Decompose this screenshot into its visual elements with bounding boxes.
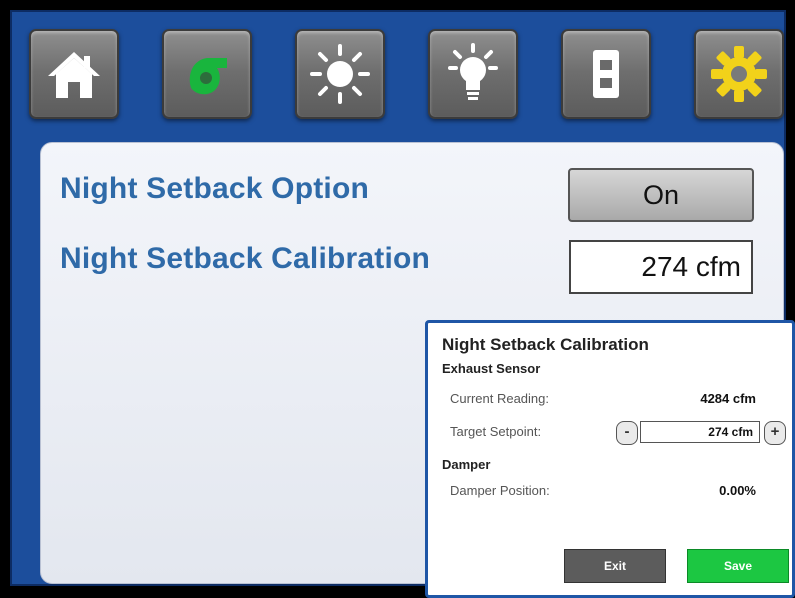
night-setback-calibration-label: Night Setback Calibration — [60, 242, 431, 275]
current-reading-value: 4284 cfm — [700, 391, 756, 406]
night-setback-calibration-field[interactable]: 274 cfm — [569, 240, 753, 294]
sun-button[interactable] — [295, 29, 385, 119]
target-setpoint-stepper: - 274 cfm + — [616, 421, 788, 445]
top-toolbar — [12, 12, 784, 132]
home-icon — [48, 52, 100, 98]
increment-button[interactable]: + — [764, 421, 786, 445]
switch-plate-icon — [593, 50, 619, 98]
home-button[interactable] — [29, 29, 119, 119]
device-screen: Night Setback Option On Night Setback Ca… — [10, 10, 795, 598]
target-setpoint-input[interactable]: 274 cfm — [640, 421, 760, 443]
save-button[interactable]: Save — [687, 549, 789, 583]
decrement-button[interactable]: - — [616, 421, 638, 445]
sun-icon — [310, 44, 370, 104]
damper-position-label: Damper Position: — [450, 483, 550, 498]
light-bulb-icon — [448, 43, 498, 100]
exit-button[interactable]: Exit — [564, 549, 666, 583]
damper-heading: Damper — [442, 457, 491, 472]
fan-icon — [189, 58, 227, 95]
night-setback-option-toggle[interactable]: On — [568, 168, 754, 222]
night-setback-option-label: Night Setback Option — [60, 172, 370, 205]
calibration-dialog: Night Setback Calibration Exhaust Sensor… — [425, 320, 795, 598]
current-reading-label: Current Reading: — [450, 391, 549, 406]
damper-position-value: 0.00% — [719, 483, 756, 498]
target-setpoint-label: Target Setpoint: — [450, 424, 542, 439]
lighting-button[interactable] — [428, 29, 518, 119]
dialog-title: Night Setback Calibration — [442, 335, 649, 354]
gear-icon — [711, 46, 767, 102]
settings-button[interactable] — [694, 29, 784, 119]
switch-button[interactable] — [561, 29, 651, 119]
exhaust-sensor-heading: Exhaust Sensor — [442, 361, 541, 376]
fan-button[interactable] — [162, 29, 252, 119]
